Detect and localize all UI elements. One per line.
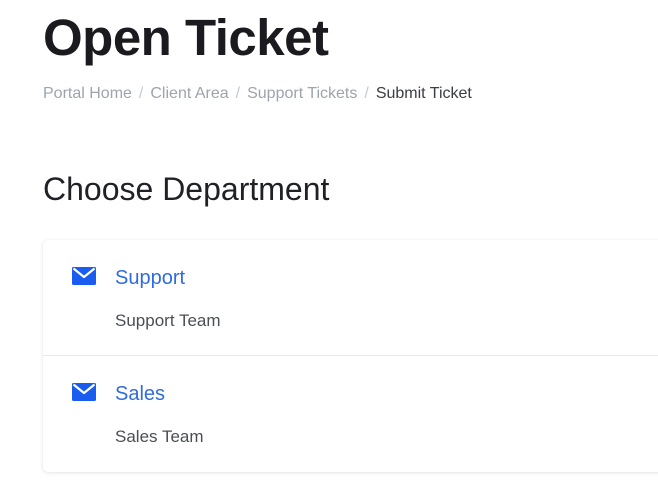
department-description: Sales Team xyxy=(115,427,204,446)
breadcrumb-separator: / xyxy=(364,85,369,102)
department-name[interactable]: Support xyxy=(115,266,185,290)
envelope-icon xyxy=(72,267,96,285)
department-list: Support Support Team Sales Sales Team xyxy=(43,240,658,472)
department-name[interactable]: Sales xyxy=(115,382,165,406)
breadcrumb-support-tickets[interactable]: Support Tickets xyxy=(247,85,357,103)
department-description: Support Team xyxy=(115,311,221,330)
breadcrumb-current: Submit Ticket xyxy=(375,85,472,102)
breadcrumb-portal-home[interactable]: Portal Home xyxy=(43,85,132,103)
department-item-support[interactable]: Support Support Team xyxy=(43,240,658,355)
department-item-sales[interactable]: Sales Sales Team xyxy=(43,356,658,471)
breadcrumb: Portal Home / Client Area / Support Tick… xyxy=(43,84,472,104)
breadcrumb-separator: / xyxy=(138,85,144,102)
envelope-icon xyxy=(72,383,96,401)
page-title: Open Ticket xyxy=(43,9,329,66)
breadcrumb-client-area[interactable]: Client Area xyxy=(150,85,228,103)
page: Open Ticket Portal Home / Client Area / … xyxy=(0,0,658,487)
section-title: Choose Department xyxy=(43,171,330,207)
breadcrumb-separator: / xyxy=(235,85,241,102)
